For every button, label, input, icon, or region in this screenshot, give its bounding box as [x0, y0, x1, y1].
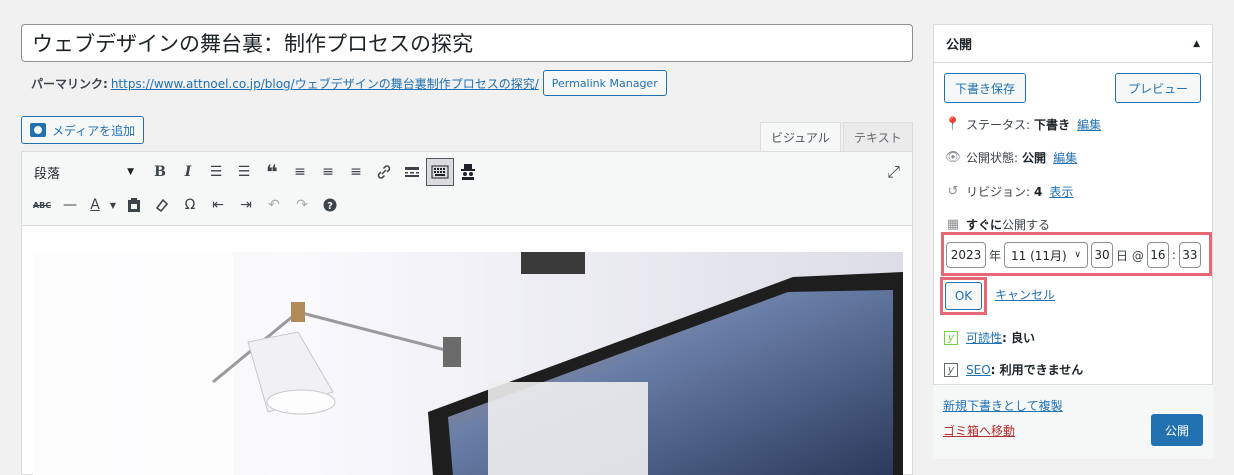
visibility-edit-link[interactable]: 編集	[1053, 149, 1077, 166]
horizontal-rule-icon[interactable]: —	[56, 191, 84, 219]
clear-formatting-icon[interactable]	[148, 191, 176, 219]
revisions-label: リビジョン:	[966, 185, 1031, 199]
permalink-label: パーマリンク:	[31, 76, 108, 91]
save-draft-button[interactable]: 下書き保存	[944, 73, 1027, 103]
post-title-input[interactable]: ウェブデザインの舞台裏：制作プロセスの探究	[21, 24, 913, 62]
schedule-rest: 公開する	[1002, 218, 1051, 232]
bold-icon[interactable]: B	[146, 158, 174, 186]
read-more-icon[interactable]	[398, 158, 426, 186]
preview-button[interactable]: プレビュー	[1115, 73, 1202, 103]
revisions-row: ↺ リビジョン: 4 表示	[944, 183, 1074, 200]
outdent-icon[interactable]: ⇤	[204, 191, 232, 219]
month-select[interactable]: 11 (11月) ∨	[1004, 242, 1089, 268]
publish-button[interactable]: 公開	[1151, 414, 1203, 446]
collapse-arrow-icon[interactable]: ▲	[1193, 39, 1200, 49]
link-icon[interactable]	[370, 158, 398, 186]
tab-visual[interactable]: ビジュアル	[760, 122, 841, 151]
incognito-icon[interactable]	[454, 158, 482, 186]
eye-icon: 👁	[944, 150, 962, 165]
chevron-down-icon: ∨	[1074, 250, 1082, 260]
add-media-button[interactable]: メディアを追加	[21, 116, 145, 144]
editor-toolbar: 段落 ▼ B I ☰ ☰ ❝ ≡ ≡ ≡ ABC — A ▼ Ω ⇤ ⇥ ↶ ↷…	[22, 152, 912, 226]
date-fields: 2023 年 11 (11月) ∨ 30 日 @ 16 : 33	[946, 242, 1201, 268]
status-row: 📍 ステータス: 下書き 編集	[944, 116, 1101, 133]
indent-icon[interactable]: ⇥	[232, 191, 260, 219]
toolbar-toggle-icon[interactable]	[426, 158, 454, 186]
schedule-row: ▦ すぐに 公開する	[944, 216, 1050, 233]
time-separator: :	[1171, 248, 1176, 262]
align-right-icon[interactable]: ≡	[342, 158, 370, 186]
visibility-row: 👁 公開状態: 公開 編集	[944, 149, 1077, 166]
schedule-bold: すぐに	[966, 218, 1003, 232]
numbered-list-icon[interactable]: ☰	[230, 158, 258, 186]
duplicate-draft-link[interactable]: 新規下書きとして複製	[943, 397, 1063, 414]
readability-row: y 可読性 : 良い	[944, 329, 1035, 346]
status-edit-link[interactable]: 編集	[1077, 116, 1101, 133]
hour-input[interactable]: 16	[1146, 242, 1169, 268]
strikethrough-icon[interactable]: ABC	[28, 191, 56, 219]
editor-area: 段落 ▼ B I ☰ ☰ ❝ ≡ ≡ ≡ ABC — A ▼ Ω ⇤ ⇥ ↶ ↷…	[21, 151, 913, 475]
blockquote-icon[interactable]: ❝	[258, 158, 286, 186]
chevron-down-icon[interactable]: ▼	[106, 191, 120, 219]
minute-input[interactable]: 33	[1178, 242, 1201, 268]
permalink-manager-button[interactable]: Permalink Manager	[542, 70, 667, 96]
paste-as-text-icon[interactable]	[120, 191, 148, 219]
svg-text:?: ?	[327, 201, 333, 212]
special-character-icon[interactable]: Ω	[176, 191, 204, 219]
year-input[interactable]: 2023	[946, 242, 986, 268]
status-value: 下書き	[1034, 118, 1071, 132]
revisions-view-link[interactable]: 表示	[1049, 183, 1073, 200]
undo-icon[interactable]: ↶	[260, 191, 288, 219]
day-input[interactable]: 30	[1091, 242, 1114, 268]
bullet-list-icon[interactable]: ☰	[202, 158, 230, 186]
visibility-value: 公開	[1022, 151, 1047, 165]
fullscreen-icon[interactable]: ⤢	[887, 162, 900, 182]
visibility-label: 公開状態:	[966, 151, 1019, 165]
tab-text[interactable]: テキスト	[843, 122, 913, 151]
publish-panel-header[interactable]: 公開 ▲	[934, 25, 1212, 63]
permalink-row: パーマリンク: https://www.attnoel.co.jp/blog/ウ…	[31, 70, 667, 96]
seo-link[interactable]: SEO	[966, 363, 991, 377]
chevron-down-icon: ▼	[127, 167, 134, 177]
help-icon[interactable]: ?	[316, 191, 344, 219]
readability-value: : 良い	[1002, 331, 1035, 345]
publish-panel-title: 公開	[946, 38, 973, 53]
yoast-seo-icon: y	[944, 362, 958, 377]
day-suffix: 日 @	[1116, 248, 1144, 263]
italic-icon[interactable]: I	[174, 158, 202, 186]
publish-actions: 新規下書きとして複製 ゴミ箱へ移動 公開	[933, 384, 1213, 459]
align-left-icon[interactable]: ≡	[286, 158, 314, 186]
media-icon	[30, 123, 46, 137]
seo-row: y SEO : 利用できません	[944, 361, 1083, 378]
month-value: 11 (11月)	[1011, 248, 1067, 263]
align-center-icon[interactable]: ≡	[314, 158, 342, 186]
ok-button[interactable]: OK	[945, 282, 982, 310]
redo-icon[interactable]: ↷	[288, 191, 316, 219]
permalink-url-link[interactable]: https://www.attnoel.co.jp/blog/ウェブデザインの舞…	[111, 75, 539, 92]
revisions-value: 4	[1034, 184, 1043, 199]
format-select[interactable]: 段落 ▼	[28, 159, 140, 185]
seo-value: : 利用できません	[990, 363, 1084, 377]
readability-link[interactable]: 可読性	[966, 329, 1002, 346]
yoast-readability-icon: y	[944, 330, 958, 345]
calendar-icon: ▦	[946, 217, 960, 232]
toolbar-row-1: 段落 ▼ B I ☰ ☰ ❝ ≡ ≡ ≡	[28, 157, 482, 187]
add-media-label: メディアを追加	[52, 123, 136, 138]
text-color-icon[interactable]: A	[84, 191, 106, 219]
cancel-link[interactable]: キャンセル	[995, 286, 1055, 303]
history-icon: ↺	[947, 184, 959, 199]
format-select-value: 段落	[34, 166, 61, 182]
content-image[interactable]	[33, 252, 903, 475]
move-to-trash-link[interactable]: ゴミ箱へ移動	[943, 422, 1015, 439]
pin-icon: 📍	[944, 117, 962, 132]
year-suffix: 年	[989, 248, 1002, 263]
status-label: ステータス:	[966, 118, 1031, 132]
toolbar-row-2: ABC — A ▼ Ω ⇤ ⇥ ↶ ↷ ?	[28, 190, 344, 220]
